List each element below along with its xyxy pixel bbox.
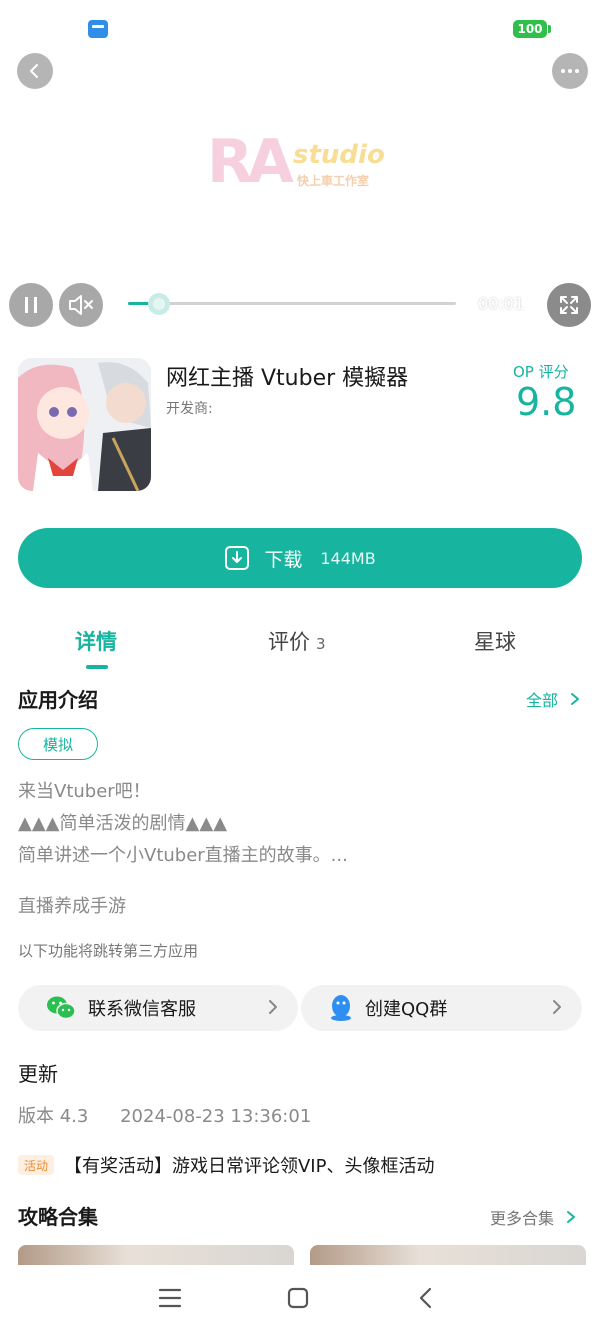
chevron-left-icon xyxy=(30,64,38,78)
download-label: 下载 xyxy=(264,548,303,571)
update-title: 更新 xyxy=(18,1062,58,1086)
wechat-service-label: 联系微信客服 xyxy=(88,999,196,1020)
chevron-right-icon xyxy=(269,1000,277,1014)
chevron-right-icon xyxy=(571,693,580,705)
system-navigation-bar xyxy=(0,1265,600,1333)
intro-line-2: ▲▲▲简单活泼的剧情▲▲▲ xyxy=(18,813,228,834)
update-date: 2024-08-23 13:36:01 xyxy=(120,1106,312,1127)
tab-details-label: 详情 xyxy=(75,630,117,654)
mute-button[interactable] xyxy=(59,283,103,327)
more-dots-icon xyxy=(561,69,579,73)
activity-link[interactable]: 【有奖活动】游戏日常评论领VIP、头像框活动 xyxy=(64,1152,434,1178)
app-icon xyxy=(18,358,151,491)
logo-studio-text: studio xyxy=(293,140,385,170)
tab-reviews-count: 3 xyxy=(316,635,326,653)
category-tag[interactable]: 模拟 xyxy=(18,728,98,760)
progress-handle[interactable] xyxy=(148,293,170,315)
download-size: 144MB xyxy=(320,548,376,568)
guide-thumbnail[interactable] xyxy=(310,1245,586,1265)
developer-label: 开发商: xyxy=(166,401,213,417)
guides-more-link[interactable]: 更多合集 xyxy=(490,1205,578,1229)
score-value: 9.8 xyxy=(516,380,577,424)
logo-sub-text: 快上車工作室 xyxy=(297,174,370,188)
chevron-right-icon xyxy=(567,1211,576,1223)
activity-badge: 活动 xyxy=(18,1155,54,1175)
version-info: 版本 4.3 2024-08-23 13:36:01 xyxy=(18,1102,311,1128)
progress-track[interactable] xyxy=(128,302,456,305)
guides-more-label: 更多合集 xyxy=(490,1209,555,1228)
pause-icon xyxy=(25,297,37,313)
qq-group-label: 创建QQ群 xyxy=(365,999,448,1020)
qq-group-card[interactable]: 创建QQ群 xyxy=(301,985,582,1031)
battery-indicator: 100 xyxy=(513,20,551,38)
home-icon[interactable] xyxy=(286,1286,310,1310)
guides-title: 攻略合集 xyxy=(18,1205,98,1229)
mute-icon xyxy=(69,295,93,315)
download-button[interactable]: 下载 144MB xyxy=(18,528,582,588)
guide-thumbnail[interactable] xyxy=(18,1245,294,1265)
intro-line-3: 简单讲述一个小Vtuber直播主的故事。... xyxy=(18,845,348,866)
wechat-service-card[interactable]: 联系微信客服 xyxy=(18,985,298,1031)
app-title: 网红主播 Vtuber 模擬器 xyxy=(166,366,409,391)
score-label: OP 评分 xyxy=(513,363,569,381)
tab-details[interactable]: 详情 xyxy=(75,626,117,656)
expand-icon xyxy=(560,296,578,314)
qq-icon xyxy=(331,995,351,1021)
app-icon-art xyxy=(18,358,151,491)
intro-more-label: 全部 xyxy=(526,691,559,710)
notification-app-icon xyxy=(88,20,108,38)
logo-ra-text: RA xyxy=(207,127,294,197)
genre-text: 直播养成手游 xyxy=(18,896,126,917)
version-number: 版本 4.3 xyxy=(18,1106,89,1127)
third-party-note: 以下功能将跳转第三方应用 xyxy=(18,942,199,960)
intro-title: 应用介绍 xyxy=(18,688,98,712)
back-button[interactable] xyxy=(17,53,53,89)
video-logo: RA studio 快上車工作室 xyxy=(205,130,395,200)
back-nav-icon[interactable] xyxy=(416,1286,436,1310)
tab-reviews-label: 评价 xyxy=(268,630,310,654)
tab-planet[interactable]: 星球 xyxy=(474,626,516,656)
download-icon xyxy=(225,546,250,570)
chevron-right-icon xyxy=(553,1000,561,1014)
wechat-icon xyxy=(47,996,76,1020)
more-options-button[interactable] xyxy=(552,53,588,89)
tab-planet-label: 星球 xyxy=(474,630,516,654)
fullscreen-button[interactable] xyxy=(547,283,591,327)
tab-indicator xyxy=(86,665,108,669)
tab-reviews[interactable]: 评价 3 xyxy=(268,626,326,656)
menu-icon[interactable] xyxy=(158,1287,182,1309)
intro-more-link[interactable]: 全部 xyxy=(526,687,582,711)
intro-line-1: 来当Vtuber吧！ xyxy=(18,781,151,802)
pause-button[interactable] xyxy=(9,283,53,327)
playback-time: 00:01 xyxy=(478,294,525,313)
